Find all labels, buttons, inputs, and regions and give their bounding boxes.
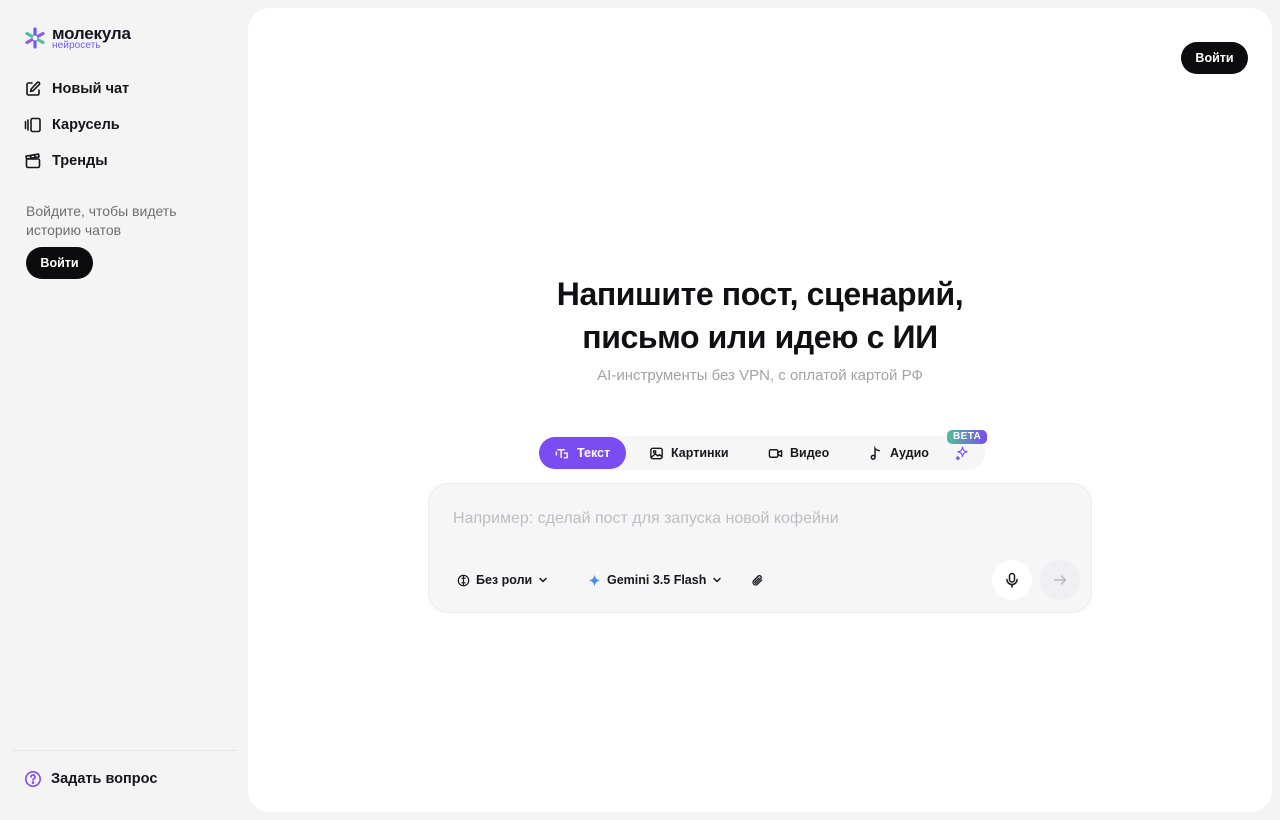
sparkle-icon (955, 446, 968, 460)
send-button[interactable] (1040, 560, 1080, 600)
tab-text[interactable]: Текст (539, 437, 627, 469)
sidebar-item-carousel[interactable]: Карусель (24, 114, 129, 136)
sidebar: молекула нейросеть Новый чат Карусель Тр… (0, 0, 248, 820)
image-icon (650, 447, 663, 459)
molecule-logo-icon (25, 27, 45, 49)
sidebar-item-label: Новый чат (52, 81, 130, 97)
sidebar-divider (12, 750, 237, 751)
hero-title: Напишите пост, сценарий, письмо или идею… (248, 273, 1272, 359)
tab-label: Текст (577, 446, 611, 460)
login-hint-text: Войдите, чтобы видеть историю чатов (26, 203, 177, 238)
sidebar-login-button[interactable]: Войти (26, 247, 93, 279)
header-login-button[interactable]: Войти (1181, 42, 1248, 74)
tab-audio[interactable]: Аудио (868, 437, 929, 469)
carousel-icon (24, 117, 41, 133)
ask-question-button[interactable]: Задать вопрос (24, 770, 157, 788)
edit-icon (26, 81, 41, 96)
chevron-down-icon (539, 577, 547, 583)
tab-label: Аудио (890, 446, 929, 460)
arrow-right-icon (1053, 575, 1067, 585)
composer: Без роли Gemini 3.5 Flash (428, 483, 1092, 613)
model-selector-label: Gemini 3.5 Flash (607, 573, 707, 587)
gemini-icon (588, 573, 601, 587)
hero-title-line-1: Напишите пост, сценарий, (556, 276, 964, 312)
role-selector-label: Без роли (476, 573, 533, 587)
ask-question-label: Задать вопрос (51, 771, 158, 787)
mode-tabs: Текст Картинки Видео Аудио BETA (539, 430, 988, 470)
logo[interactable]: молекула нейросеть (24, 25, 131, 51)
role-icon (457, 574, 470, 586)
tab-video[interactable]: Видео (768, 437, 829, 469)
sidebar-item-label: Карусель (52, 117, 120, 133)
beta-badge: BETA (947, 430, 988, 444)
sidebar-item-trends[interactable]: Тренды (24, 150, 129, 172)
model-selector[interactable]: Gemini 3.5 Flash (588, 570, 722, 590)
chevron-down-icon (713, 577, 722, 583)
text-icon (555, 448, 568, 458)
prompt-input[interactable] (453, 510, 1053, 528)
attach-button[interactable] (751, 570, 764, 590)
paperclip-icon (752, 574, 763, 586)
help-circle-icon (25, 771, 41, 787)
clapperboard-icon (25, 153, 41, 169)
app: молекула нейросеть Новый чат Карусель Тр… (0, 0, 1280, 820)
microphone-button[interactable] (992, 560, 1032, 600)
hero: Напишите пост, сценарий, письмо или идею… (248, 273, 1272, 384)
role-selector[interactable]: Без роли (457, 570, 548, 590)
video-icon (768, 448, 783, 458)
sidebar-item-label: Тренды (52, 153, 108, 169)
sidebar-nav: Новый чат Карусель Тренды (24, 78, 129, 172)
music-note-icon (870, 445, 880, 460)
tab-images[interactable]: Картинки (649, 437, 729, 469)
brand-subtitle: нейросеть (52, 40, 101, 51)
hero-title-line-2: письмо или идею с ИИ (582, 319, 938, 355)
microphone-icon (1006, 572, 1018, 588)
hero-subtitle: AI-инструменты без VPN, с оплатой картой… (597, 367, 923, 384)
sidebar-item-new-chat[interactable]: Новый чат (24, 78, 129, 100)
tab-label: Картинки (671, 446, 729, 460)
tab-label: Видео (790, 446, 830, 460)
main-panel: Войти Напишите пост, сценарий, письмо ил… (248, 8, 1272, 812)
